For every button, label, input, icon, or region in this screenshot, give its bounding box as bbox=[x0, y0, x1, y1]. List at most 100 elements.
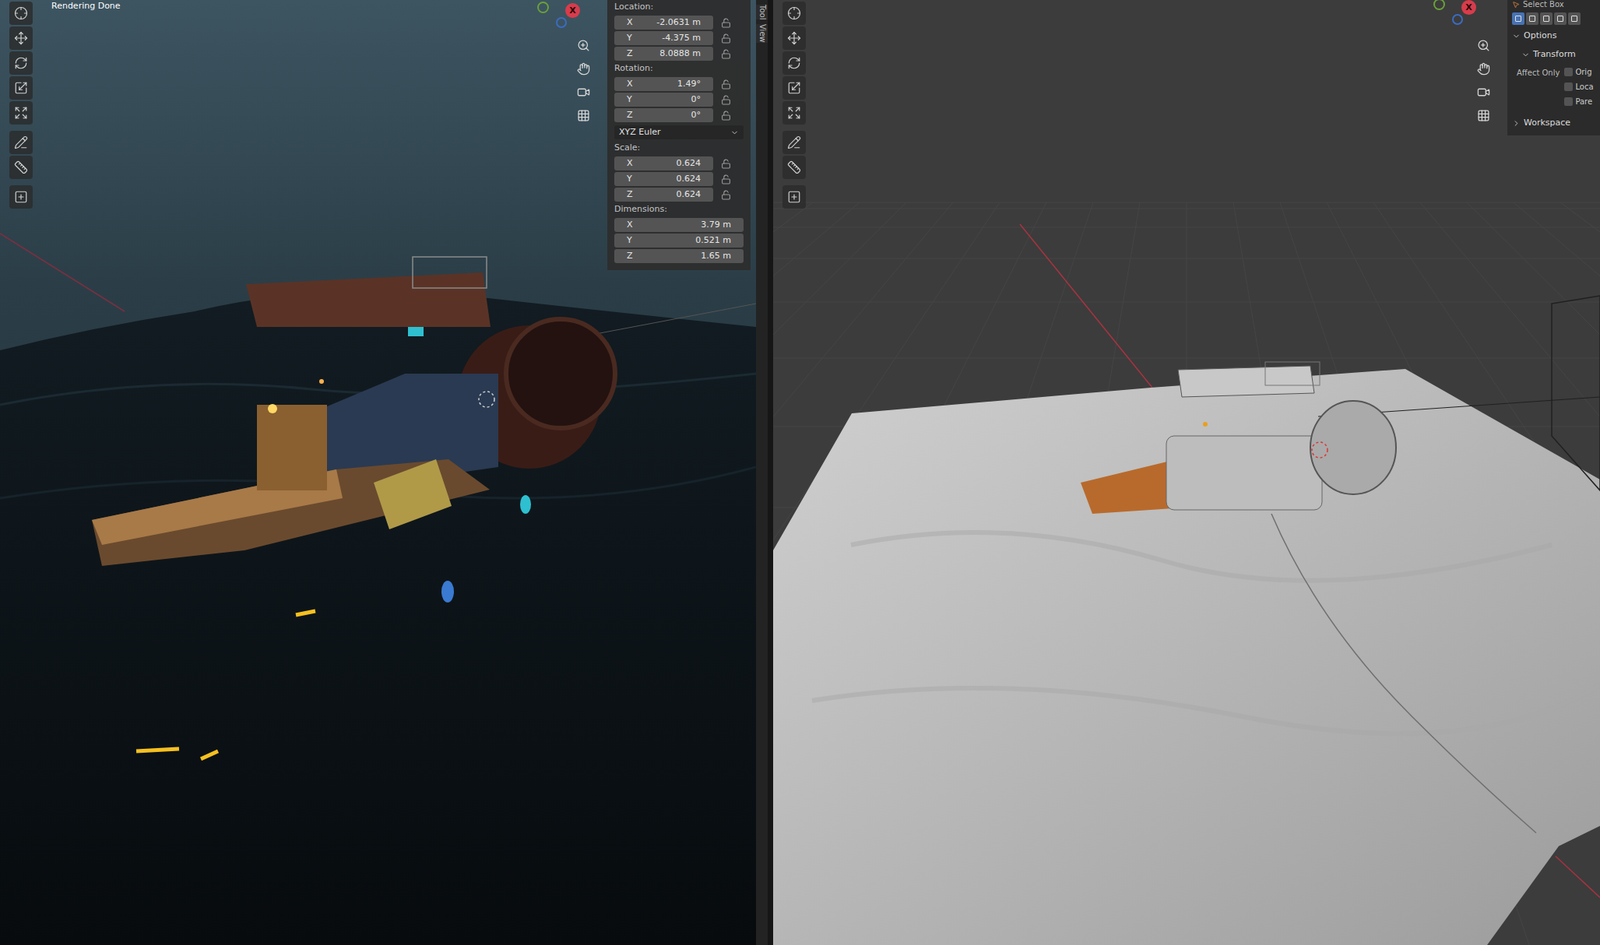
affect-checkbox[interactable]: Pare bbox=[1564, 94, 1593, 108]
tool-button[interactable] bbox=[782, 155, 806, 180]
property-row: X-2.0631 m bbox=[614, 14, 744, 31]
unlock-icon[interactable] bbox=[720, 17, 732, 29]
tool-button[interactable] bbox=[9, 76, 33, 100]
tool-button[interactable] bbox=[782, 26, 806, 50]
sidebar-tabs: Tool View bbox=[756, 0, 768, 945]
solid-viewport[interactable]: XSelect BoxOptionsTransformAffect OnlyOr… bbox=[773, 0, 1600, 945]
tool-button[interactable] bbox=[782, 76, 806, 100]
property-row: Z0.624 bbox=[614, 186, 744, 203]
select-mode-icon bbox=[1557, 15, 1564, 22]
x-axis-dot: X bbox=[565, 3, 581, 18]
area-divider[interactable] bbox=[767, 0, 774, 945]
select-mode-button[interactable] bbox=[1554, 12, 1567, 25]
navigation-gizmo[interactable]: X bbox=[535, 0, 586, 33]
move-icon bbox=[14, 31, 29, 46]
tool-button[interactable] bbox=[9, 155, 33, 180]
nav-button[interactable] bbox=[1473, 59, 1493, 78]
nav-button[interactable] bbox=[573, 105, 593, 125]
nav-button[interactable] bbox=[1473, 82, 1493, 102]
property-group: Rotation:X1.49°Y0°Z0°XYZ Euler bbox=[614, 61, 744, 141]
unlock-icon[interactable] bbox=[720, 94, 732, 106]
property-row: Y-4.375 m bbox=[614, 30, 744, 46]
unlock-icon[interactable] bbox=[720, 174, 732, 185]
number-field[interactable]: Z8.0888 m bbox=[614, 46, 714, 61]
tool-button[interactable] bbox=[9, 130, 33, 155]
nav-button[interactable] bbox=[573, 35, 593, 55]
rotate-icon bbox=[14, 56, 29, 71]
chevron-down-icon bbox=[730, 128, 739, 138]
hand-icon bbox=[1476, 62, 1491, 76]
nav-button[interactable] bbox=[573, 59, 593, 78]
unlock-icon[interactable] bbox=[720, 49, 732, 60]
number-field[interactable]: Z0° bbox=[614, 108, 714, 123]
unlock-icon[interactable] bbox=[720, 110, 732, 121]
unlock-icon[interactable] bbox=[720, 158, 732, 169]
panel-section-header[interactable]: Transform bbox=[1512, 46, 1600, 63]
number-field[interactable]: Y-4.375 m bbox=[614, 31, 714, 46]
number-field[interactable]: Y0.624 bbox=[614, 172, 714, 187]
select-mode-button[interactable] bbox=[1568, 12, 1581, 25]
zoom-icon bbox=[576, 38, 591, 53]
select-mode-button[interactable] bbox=[1512, 12, 1525, 25]
panel-section-header[interactable]: Options bbox=[1512, 28, 1600, 44]
number-field[interactable]: Z0.624 bbox=[614, 187, 714, 202]
tool-button[interactable] bbox=[782, 1, 806, 25]
sidebar-tab[interactable]: View bbox=[756, 24, 768, 43]
toolbar bbox=[9, 1, 33, 209]
number-field[interactable]: Y0° bbox=[614, 92, 714, 107]
tool-button[interactable] bbox=[9, 101, 33, 125]
select-mode-button[interactable] bbox=[1526, 12, 1539, 25]
y-axis-dot bbox=[537, 1, 549, 14]
rotation-mode-dropdown[interactable]: XYZ Euler bbox=[614, 125, 744, 140]
x-axis-dot: X bbox=[1461, 0, 1477, 15]
navigation-gizmo[interactable]: X bbox=[1431, 0, 1482, 30]
nav-button[interactable] bbox=[1473, 105, 1493, 125]
nav-button[interactable] bbox=[573, 82, 593, 102]
select-mode-icon bbox=[1543, 15, 1550, 22]
checkbox-box bbox=[1564, 97, 1573, 106]
tool-button[interactable] bbox=[9, 26, 33, 50]
number-field[interactable]: X-2.0631 m bbox=[614, 15, 714, 30]
number-field[interactable]: X0.624 bbox=[614, 156, 714, 171]
measure-icon bbox=[787, 160, 802, 175]
number-field[interactable]: X1.49° bbox=[614, 77, 714, 92]
property-row: Z1.65 m bbox=[614, 248, 744, 264]
number-field[interactable]: Z1.65 m bbox=[614, 249, 744, 264]
tool-button[interactable] bbox=[782, 51, 806, 75]
rotate-icon bbox=[787, 56, 802, 71]
navigation-controls bbox=[573, 35, 593, 125]
group-label: Scale: bbox=[614, 140, 744, 156]
tool-button[interactable] bbox=[782, 101, 806, 125]
tool-button[interactable] bbox=[9, 185, 33, 209]
y-axis-dot bbox=[1433, 0, 1446, 11]
move-icon bbox=[787, 31, 802, 46]
measure-icon bbox=[14, 160, 29, 175]
sidebar-tab[interactable]: Tool bbox=[756, 4, 768, 20]
unlock-icon[interactable] bbox=[720, 33, 732, 44]
camera-icon bbox=[1476, 85, 1491, 99]
affect-checkbox[interactable]: Loca bbox=[1564, 80, 1593, 93]
select-mode-icon bbox=[1529, 15, 1536, 22]
blender-window: Rendering DoneXLocation:X-2.0631 mY-4.37… bbox=[0, 0, 1600, 945]
number-field[interactable]: Y0.521 m bbox=[614, 233, 744, 248]
tool-button[interactable] bbox=[9, 1, 33, 25]
group-label: Location: bbox=[614, 0, 744, 15]
tool-button[interactable] bbox=[782, 130, 806, 155]
z-axis-dot bbox=[555, 17, 567, 29]
affect-checkbox[interactable]: Orig bbox=[1564, 65, 1593, 78]
scale-icon bbox=[787, 80, 802, 95]
nav-button[interactable] bbox=[1473, 35, 1493, 55]
tool-button[interactable] bbox=[9, 51, 33, 75]
workspace-section-header[interactable]: Workspace bbox=[1512, 115, 1600, 131]
number-field[interactable]: X3.79 m bbox=[614, 218, 744, 233]
annotate-icon bbox=[787, 135, 802, 150]
select-mode-icon bbox=[1571, 15, 1578, 22]
tool-button[interactable] bbox=[782, 185, 806, 209]
unlock-icon[interactable] bbox=[720, 189, 732, 201]
unlock-icon[interactable] bbox=[720, 79, 732, 90]
chevron-right-icon bbox=[1512, 119, 1521, 128]
rendered-viewport[interactable]: Rendering DoneXLocation:X-2.0631 mY-4.37… bbox=[0, 0, 757, 945]
select-mode-button[interactable] bbox=[1540, 12, 1553, 25]
toolbar bbox=[782, 1, 806, 209]
navigation-controls bbox=[1473, 35, 1493, 125]
